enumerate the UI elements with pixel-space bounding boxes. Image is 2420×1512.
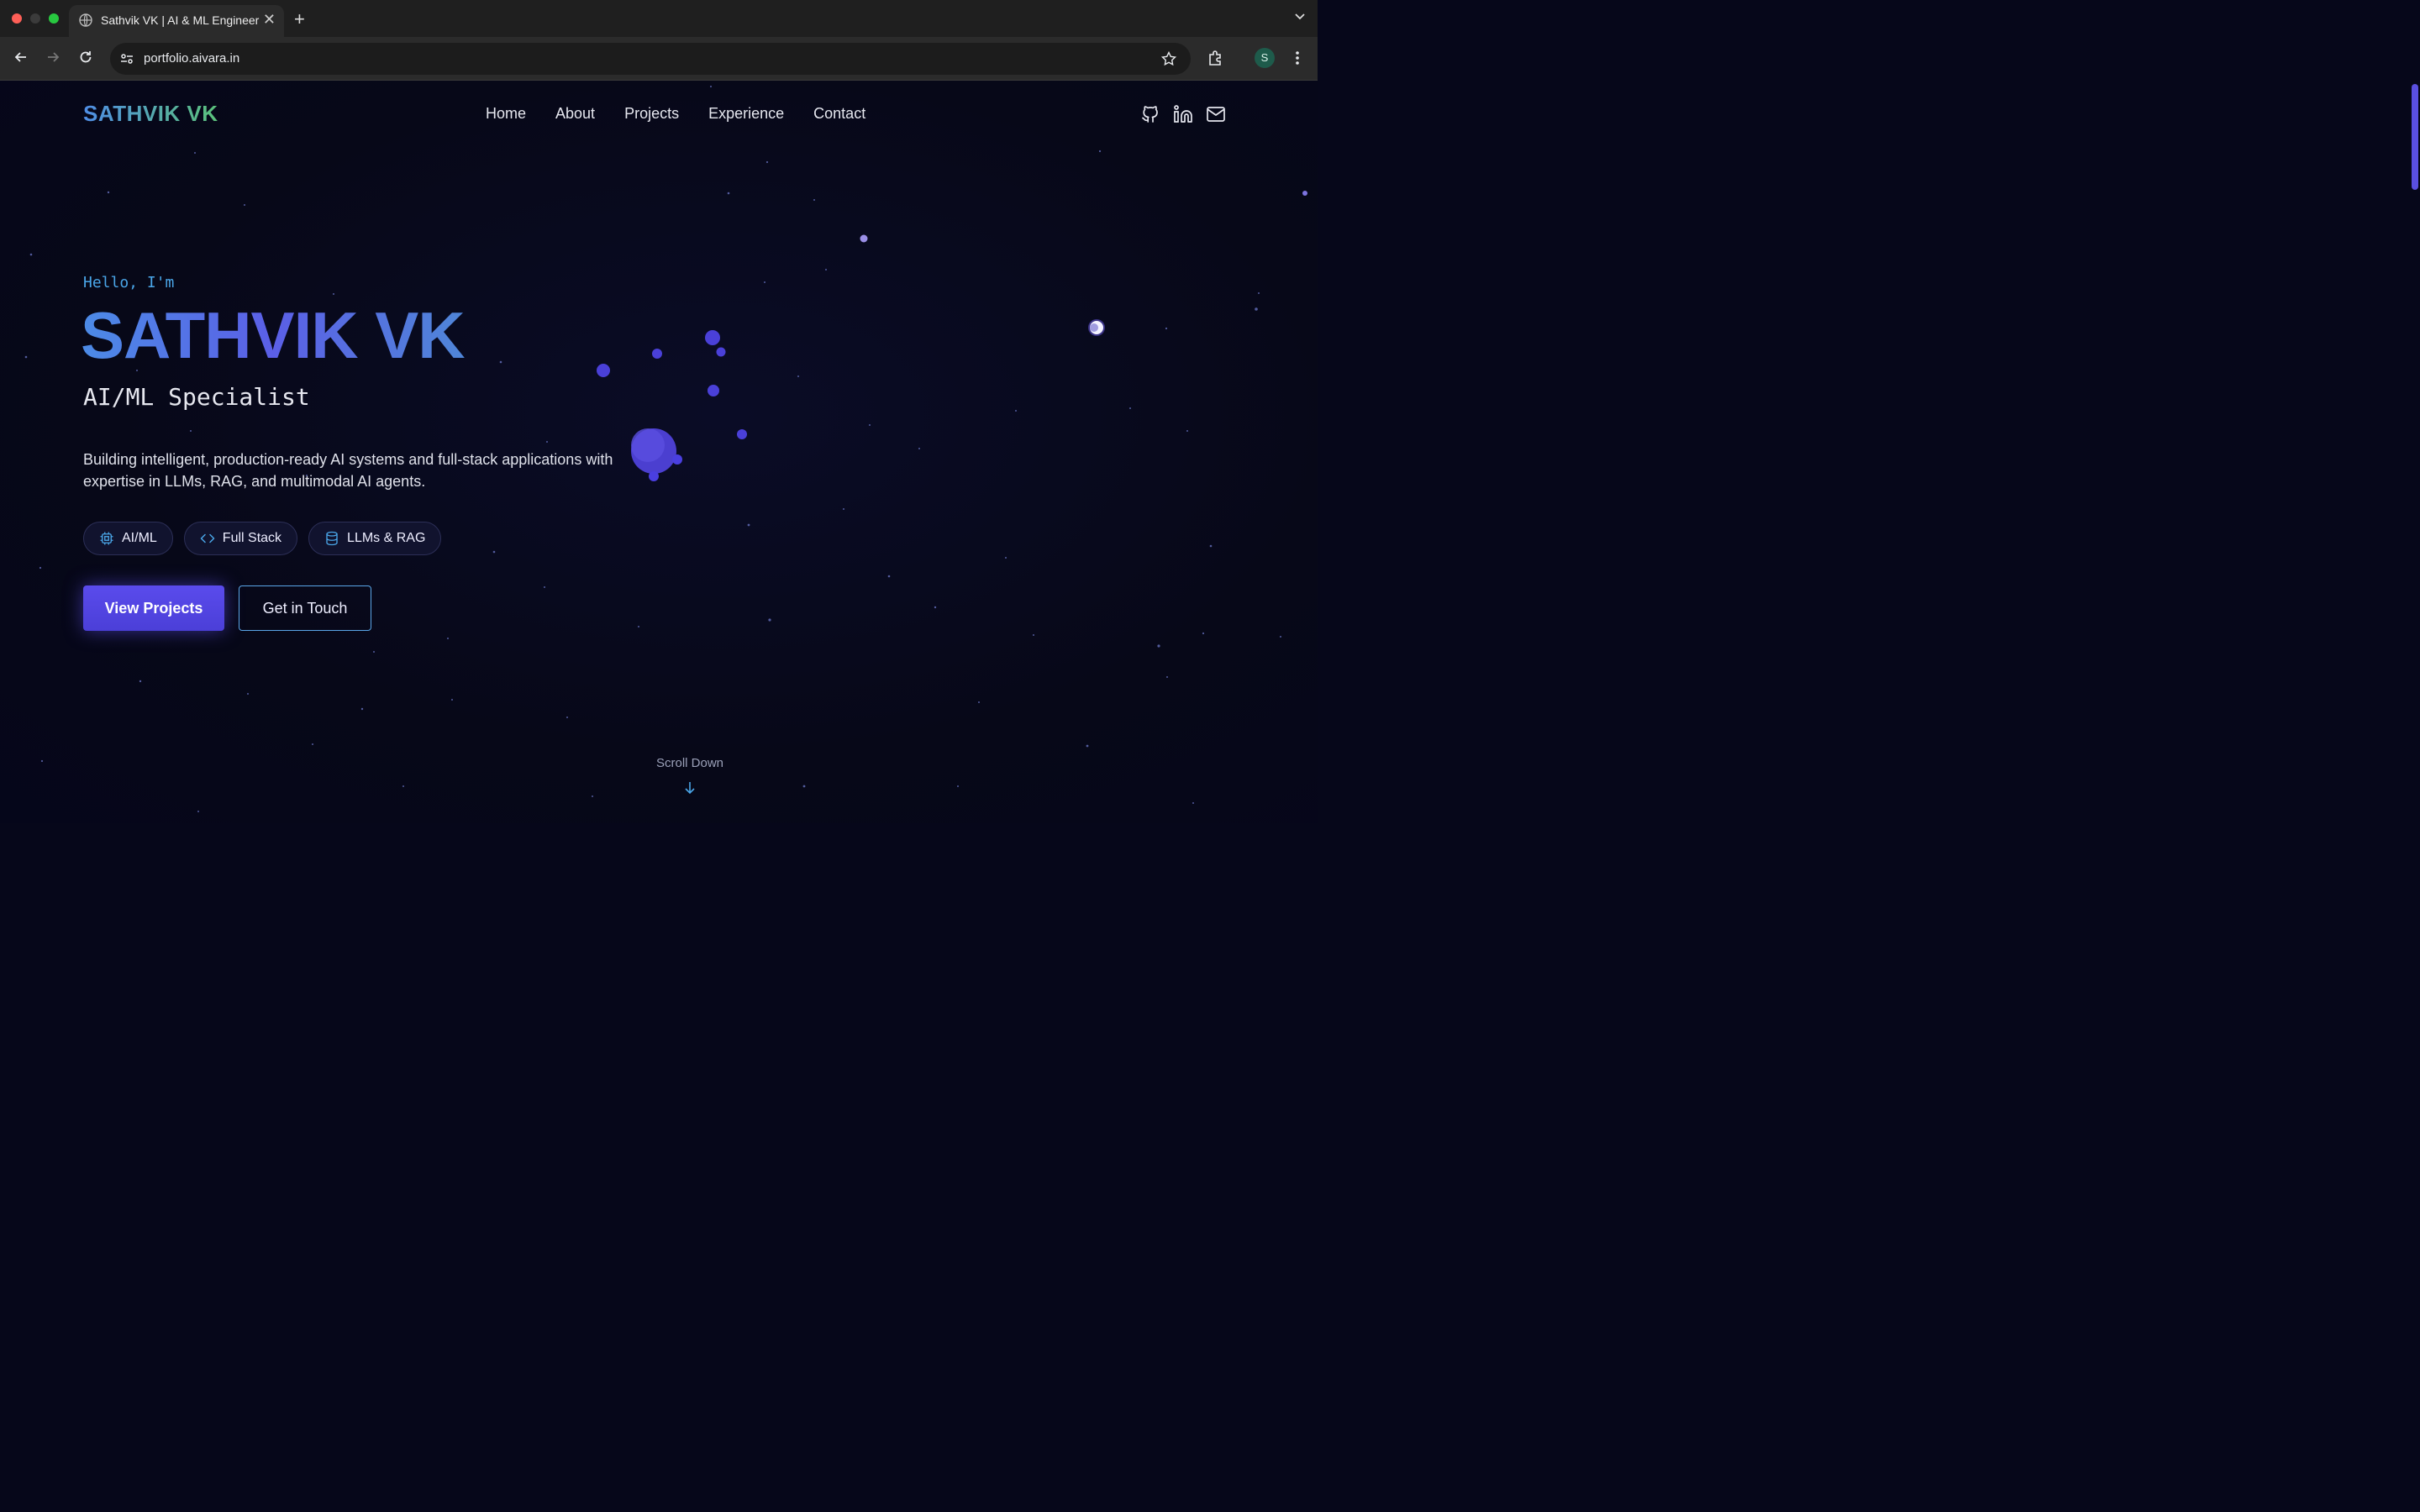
- database-icon: [326, 531, 338, 546]
- more-menu-icon[interactable]: [1291, 50, 1304, 66]
- chip-ai-ml: AI/ML: [83, 522, 173, 555]
- browser-chrome: Sathvik VK | AI & ML Engineer ✕ + portfo…: [0, 0, 1318, 81]
- main-nav: Home About Projects Experience Contact: [486, 105, 865, 123]
- hero-name: SATHVIK VK: [81, 298, 466, 372]
- nav-projects[interactable]: Projects: [624, 105, 679, 123]
- skill-chips: AI/ML Full Stack LLMs & RAG: [83, 522, 442, 555]
- address-bar[interactable]: portfolio.aivara.in: [110, 43, 1191, 75]
- close-window-button[interactable]: [12, 13, 22, 24]
- toolbar: portfolio.aivara.in S: [0, 37, 1318, 81]
- scrollbar-thumb[interactable]: [2412, 84, 2418, 190]
- get-in-touch-button[interactable]: Get in Touch: [239, 585, 371, 631]
- linkedin-icon[interactable]: [1173, 104, 1193, 124]
- nav-home[interactable]: Home: [486, 105, 526, 123]
- tab-close-icon[interactable]: ✕: [263, 11, 276, 29]
- site-logo[interactable]: SATHVIK VK: [83, 101, 218, 127]
- view-projects-button[interactable]: View Projects: [83, 585, 224, 631]
- reload-icon[interactable]: [77, 49, 94, 66]
- chip-llms-rag: LLMs & RAG: [308, 522, 442, 555]
- portfolio-page: SATHVIK VK Home About Projects Experienc…: [0, 81, 1318, 823]
- github-icon[interactable]: [1140, 104, 1160, 124]
- tab-title: Sathvik VK | AI & ML Engineer: [101, 13, 260, 27]
- back-arrow-icon[interactable]: [13, 49, 29, 66]
- chip-label: AI/ML: [122, 531, 157, 545]
- chip-full-stack: Full Stack: [183, 522, 298, 555]
- nav-experience[interactable]: Experience: [708, 105, 784, 123]
- maximize-window-button[interactable]: [49, 13, 59, 24]
- active-tab[interactable]: Sathvik VK | AI & ML Engineer ✕: [69, 5, 284, 37]
- globe-icon: [79, 13, 92, 27]
- profile-avatar[interactable]: S: [1255, 48, 1275, 68]
- site-settings-icon[interactable]: [118, 50, 135, 67]
- chevron-down-icon[interactable]: [1294, 10, 1306, 22]
- code-icon: [200, 533, 215, 543]
- tab-bar: Sathvik VK | AI & ML Engineer ✕ +: [0, 0, 1318, 37]
- chip-label: LLMs & RAG: [347, 531, 426, 545]
- mail-icon[interactable]: [1206, 104, 1226, 124]
- bookmark-star-icon[interactable]: [1160, 50, 1177, 67]
- nav-contact[interactable]: Contact: [813, 105, 865, 123]
- chip-label: Full Stack: [222, 531, 282, 545]
- scroll-down-label[interactable]: Scroll Down: [639, 756, 741, 770]
- page-scrollbar[interactable]: [2410, 81, 2420, 823]
- hero-greeting: Hello, I'm: [83, 274, 175, 291]
- cpu-icon: [100, 532, 113, 545]
- minimize-window-button[interactable]: [30, 13, 40, 24]
- hero-role: AI/ML Specialist: [83, 383, 310, 411]
- nav-about[interactable]: About: [555, 105, 595, 123]
- new-tab-button[interactable]: +: [294, 8, 305, 30]
- extensions-icon[interactable]: [1207, 50, 1223, 66]
- hero-description: Building intelligent, production-ready A…: [83, 451, 613, 490]
- url-text[interactable]: portfolio.aivara.in: [144, 51, 239, 66]
- forward-arrow-icon[interactable]: [45, 49, 61, 66]
- arrow-down-icon[interactable]: [684, 781, 696, 795]
